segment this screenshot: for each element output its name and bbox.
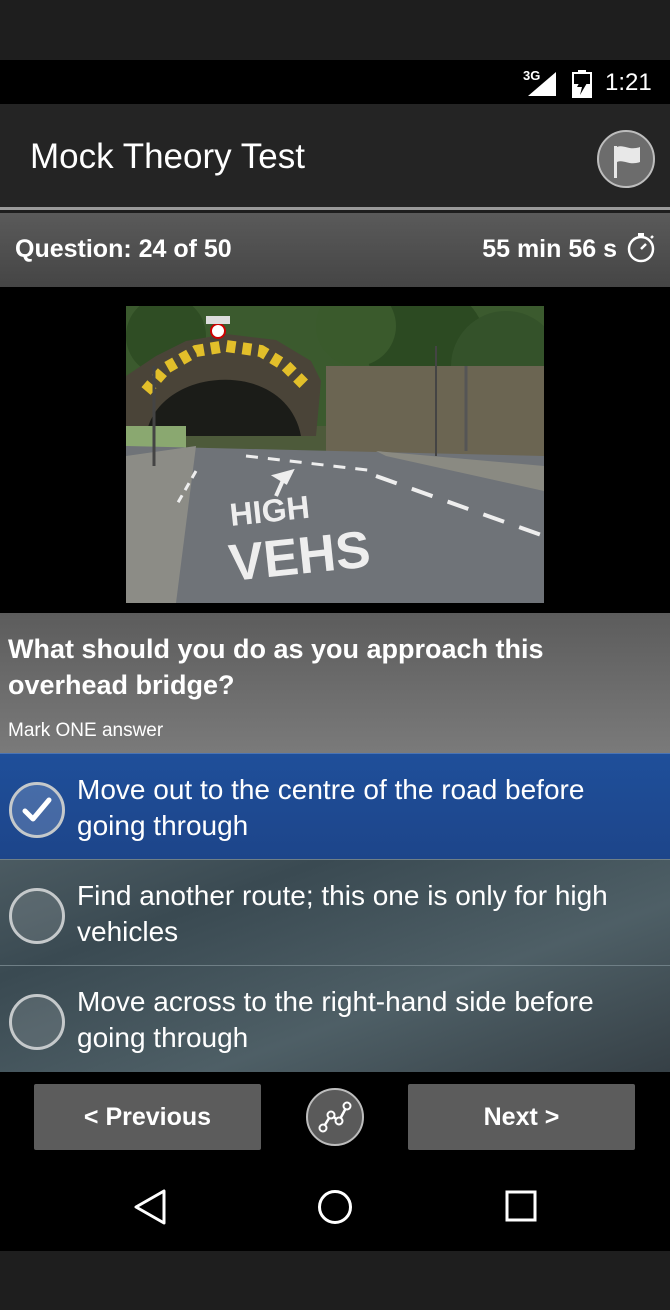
signal-icon (528, 72, 556, 96)
status-bar: 3G 1:21 (0, 60, 670, 104)
question-image-area: HIGH VEHS (0, 287, 670, 613)
answer-label-3: Move across to the right-hand side befor… (77, 986, 594, 1053)
answer-radio[interactable] (9, 888, 65, 944)
question-photo: HIGH VEHS (126, 306, 544, 603)
progress-button[interactable] (306, 1088, 364, 1146)
question-header: Question: 24 of 50 55 min 56 s (0, 213, 670, 287)
page-title: Mock Theory Test (30, 137, 305, 176)
question-text: What should you do as you approach this … (8, 634, 544, 700)
next-button[interactable]: Next > (408, 1084, 635, 1150)
question-panel: What should you do as you approach this … (0, 613, 670, 753)
answer-list: Move out to the centre of the road befor… (0, 753, 670, 1072)
bottom-padding (0, 1251, 670, 1310)
previous-button[interactable]: < Previous (34, 1084, 261, 1150)
progress-chart-icon (318, 1101, 352, 1133)
answer-option-2[interactable]: Find another route; this one is only for… (0, 859, 670, 965)
flag-icon (614, 146, 640, 178)
flag-question-button[interactable] (597, 130, 655, 188)
answer-label-2: Find another route; this one is only for… (77, 880, 608, 947)
bridge-road-photo: HIGH VEHS (126, 306, 544, 603)
answer-radio[interactable] (9, 994, 65, 1050)
top-padding (0, 0, 670, 60)
answer-radio-checked[interactable] (9, 782, 65, 838)
answer-instruction: Mark ONE answer (8, 720, 164, 741)
answer-option-3[interactable]: Move across to the right-hand side befor… (0, 965, 670, 1071)
app-bar: Mock Theory Test (0, 104, 670, 210)
answer-label-1: Move out to the centre of the road befor… (77, 774, 585, 841)
timer: 55 min 56 s (482, 235, 617, 263)
recents-icon[interactable] (505, 1190, 537, 1222)
stopwatch-icon (627, 233, 655, 263)
answer-option-1[interactable]: Move out to the centre of the road befor… (0, 753, 670, 859)
clock: 1:21 (605, 69, 652, 96)
home-icon[interactable] (317, 1189, 353, 1225)
checkmark-icon (22, 797, 52, 822)
battery-charging-icon (572, 70, 592, 98)
question-navigation-bar: < Previous Next > (0, 1072, 670, 1167)
system-navigation-bar (0, 1167, 670, 1251)
back-icon[interactable] (133, 1189, 167, 1225)
question-counter: Question: 24 of 50 (15, 235, 232, 263)
